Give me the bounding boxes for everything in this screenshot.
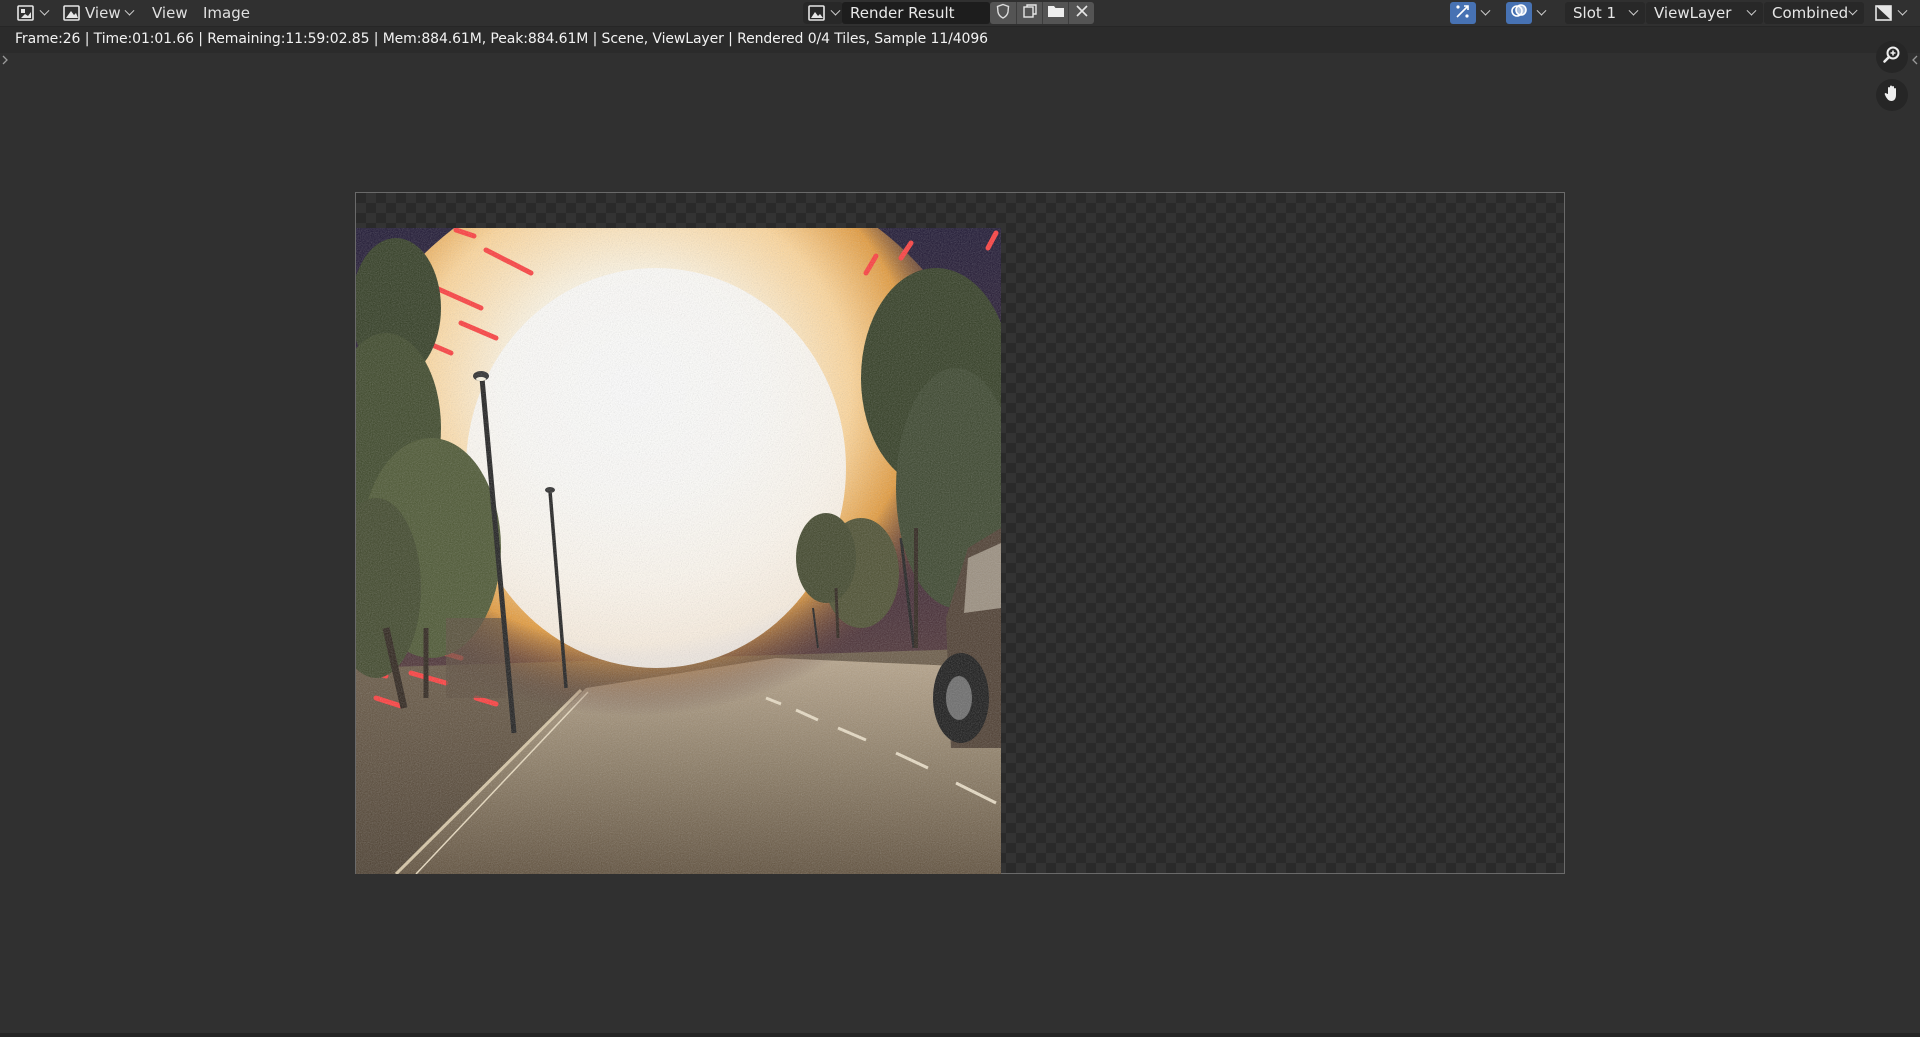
render-pass-dropdown[interactable]: Combined: [1764, 0, 1864, 26]
close-icon: [1075, 4, 1089, 22]
overlay-toggle[interactable]: [1506, 0, 1532, 26]
render-pass-label: Combined: [1772, 4, 1849, 22]
open-image-button[interactable]: [1042, 2, 1068, 24]
image-canvas[interactable]: [355, 192, 1565, 874]
view-layer-label: ViewLayer: [1654, 4, 1732, 22]
chevron-down-icon: [39, 5, 50, 16]
menu-image[interactable]: Image: [203, 0, 250, 26]
image-name: Render Result: [850, 4, 955, 22]
sidebar-expand-arrow[interactable]: [1911, 50, 1919, 65]
chevron-down-icon: [124, 5, 135, 16]
slot-dropdown[interactable]: Slot 1: [1565, 0, 1645, 26]
menu-view[interactable]: View: [152, 0, 188, 26]
zoom-view-button[interactable]: [1876, 41, 1908, 73]
chevron-down-icon: [1628, 5, 1639, 16]
gizmo-options-dropdown[interactable]: [1480, 0, 1491, 26]
unlink-image-button[interactable]: [1068, 2, 1094, 24]
editor-type-selector[interactable]: [12, 0, 52, 26]
render-status-text: Frame:26 | Time:01:01.66 | Remaining:11:…: [15, 31, 988, 47]
overlay-options-dropdown[interactable]: [1536, 0, 1547, 26]
view-mode-label: View: [85, 4, 121, 22]
toolbar-expand-arrow[interactable]: [1, 50, 9, 65]
image-editor-header: View View Image Render Result Slot 1 Vie…: [0, 0, 1920, 27]
fake-user-button[interactable]: [990, 2, 1016, 24]
zoom-icon: [1882, 45, 1902, 69]
fake-user-shield-icon: [995, 3, 1011, 23]
chevron-down-icon: [830, 5, 841, 16]
display-channels-dropdown[interactable]: [1870, 0, 1910, 26]
pan-view-button[interactable]: [1876, 79, 1908, 111]
image-editor-icon: [16, 4, 36, 22]
display-channels-icon: [1874, 4, 1894, 22]
image-browse-dropdown[interactable]: [803, 0, 843, 26]
open-folder-icon: [1047, 3, 1065, 23]
render-scene: [356, 228, 1001, 874]
gizmo-icon: [1454, 2, 1472, 24]
image-buttons: [990, 0, 1094, 26]
render-result-image: [356, 228, 1001, 874]
chevron-down-icon: [1480, 5, 1491, 16]
chevron-down-icon: [1848, 5, 1858, 15]
hand-pan-icon: [1882, 83, 1902, 107]
image-name-field[interactable]: Render Result: [842, 0, 990, 26]
view-mode-dropdown[interactable]: View: [58, 0, 137, 26]
status-bar: [0, 1033, 1920, 1037]
chevron-down-icon: [1536, 5, 1547, 16]
view-layer-dropdown[interactable]: ViewLayer: [1646, 0, 1763, 26]
image-browse-icon: [807, 4, 827, 22]
duplicate-image-icon: [1022, 3, 1038, 23]
image-view-icon: [62, 4, 82, 22]
slot-label: Slot 1: [1573, 4, 1617, 22]
duplicate-image-button[interactable]: [1016, 2, 1042, 24]
chevron-down-icon: [1746, 5, 1757, 16]
gizmo-toggle[interactable]: [1450, 0, 1476, 26]
chevron-down-icon: [1897, 5, 1908, 16]
overlay-icon: [1510, 2, 1528, 24]
